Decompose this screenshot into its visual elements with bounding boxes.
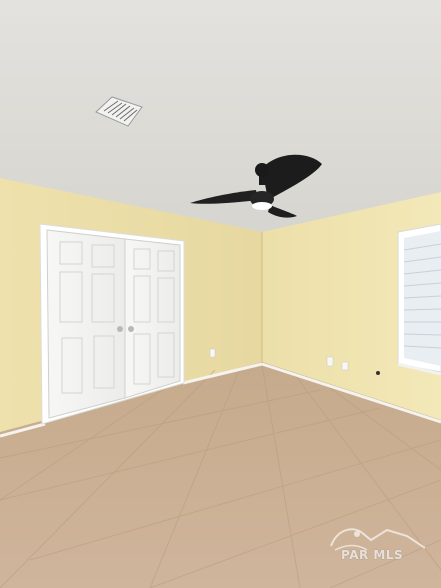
watermark-text: PAR MLS xyxy=(341,548,404,562)
par-mls-watermark: PAR MLS xyxy=(327,520,435,584)
closet-door-left[interactable] xyxy=(46,229,126,419)
wall-outlet-right xyxy=(326,356,334,367)
fan-canopy xyxy=(255,163,269,177)
door-knob-right[interactable] xyxy=(128,326,134,332)
room-illustration xyxy=(0,0,441,588)
closet-door-right[interactable] xyxy=(124,238,181,399)
wall-jack xyxy=(376,371,380,375)
room-photo: PAR MLS xyxy=(0,0,441,588)
thermostat-sensor xyxy=(341,361,349,371)
wall-outlet-left xyxy=(209,348,216,358)
window-blind xyxy=(404,231,441,366)
fan-light xyxy=(252,202,272,210)
door-knob-left[interactable] xyxy=(117,326,123,332)
